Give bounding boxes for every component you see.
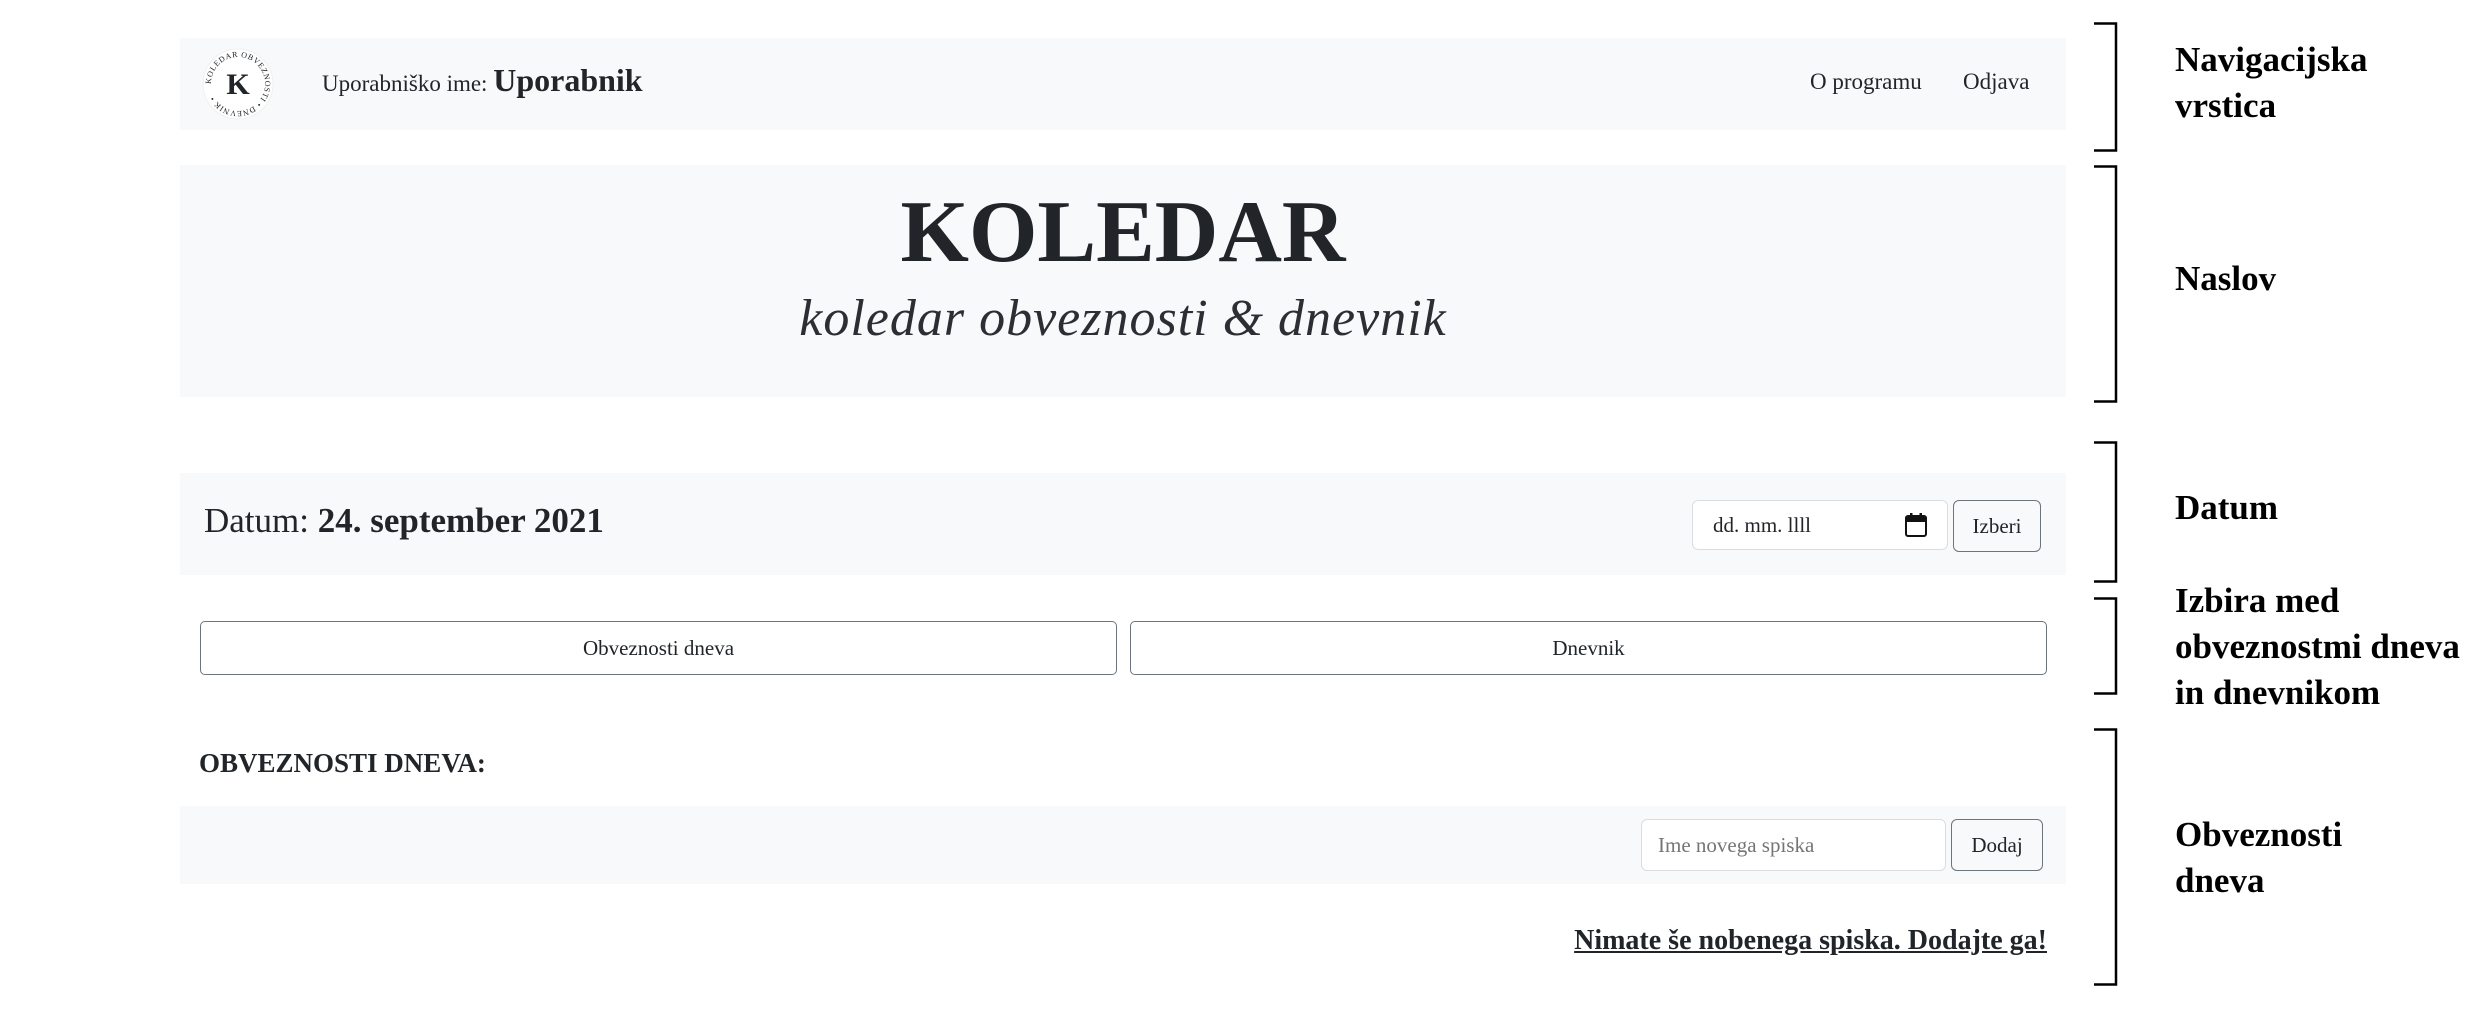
tab-obligations[interactable]: Obveznosti dneva [200, 621, 1117, 675]
username: Uporabniško ime: Uporabnik [322, 62, 643, 99]
logo-initial: K [226, 68, 250, 101]
annotation-date: Datum [2175, 485, 2278, 531]
date-value: 24. september 2021 [317, 501, 604, 540]
date-input-placeholder: dd. mm. llll [1713, 513, 1812, 537]
annotation-line: Datum [2175, 488, 2279, 527]
annotation-line: dneva [2175, 861, 2265, 900]
tab-diary[interactable]: Dnevnik [1130, 621, 2047, 675]
date-bar: Datum: 24. september 2021 dd. mm. llll I… [180, 473, 2066, 575]
new-list-input[interactable] [1641, 819, 1946, 871]
calendar-icon[interactable] [1905, 513, 1927, 537]
annotation-bracket-navbar [2092, 22, 2122, 152]
annotation-bracket-toggle [2092, 597, 2122, 695]
annotation-bracket-header [2092, 165, 2122, 403]
username-value: Uporabnik [493, 62, 643, 98]
nav-link-logout[interactable]: Odjava [1963, 69, 2029, 95]
page-header: KOLEDAR koledar obveznosti & dnevnik [180, 165, 2066, 397]
annotation-line: Navigacijska [2175, 40, 2368, 79]
annotation-navbar: Navigacijska vrstica [2175, 37, 2368, 129]
annotation-line: obveznostmi dneva [2175, 627, 2460, 666]
annotation-line: Izbira med [2175, 581, 2340, 620]
nav-link-about[interactable]: O programu [1810, 69, 1922, 95]
current-date: Datum: 24. september 2021 [204, 501, 604, 541]
annotation-line: Naslov [2175, 259, 2277, 298]
new-list-bar: Dodaj [180, 806, 2066, 884]
choose-date-button[interactable]: Izberi [1953, 500, 2041, 552]
navbar: KOLEDAR OBVEZNOSTI • DNEVNIK • K Uporabn… [180, 38, 2066, 130]
date-label: Datum: [204, 501, 309, 540]
annotation-bracket-date [2092, 441, 2122, 583]
add-list-button[interactable]: Dodaj [1951, 819, 2043, 871]
annotation-bracket-obligations [2092, 728, 2122, 986]
annotation-line: vrstica [2175, 86, 2277, 125]
annotation-toggle: Izbira med obveznostmi dneva in dnevniko… [2175, 578, 2460, 716]
logo[interactable]: KOLEDAR OBVEZNOSTI • DNEVNIK • K [201, 47, 275, 121]
page-title: KOLEDAR [900, 184, 1346, 281]
page-subtitle: koledar obveznosti & dnevnik [799, 290, 1447, 347]
annotation-header: Naslov [2175, 256, 2276, 302]
annotation-line: Obveznosti [2175, 815, 2343, 854]
date-input[interactable]: dd. mm. llll [1692, 500, 1948, 550]
empty-list-message[interactable]: Nimate še nobenega spiska. Dodajte ga! [1574, 925, 2047, 957]
username-label: Uporabniško ime: [322, 71, 488, 96]
annotation-line: in dnevnikom [2175, 673, 2381, 712]
annotation-obligations: Obveznosti dneva [2175, 812, 2342, 904]
obligations-heading: OBVEZNOSTI DNEVA: [199, 748, 486, 778]
